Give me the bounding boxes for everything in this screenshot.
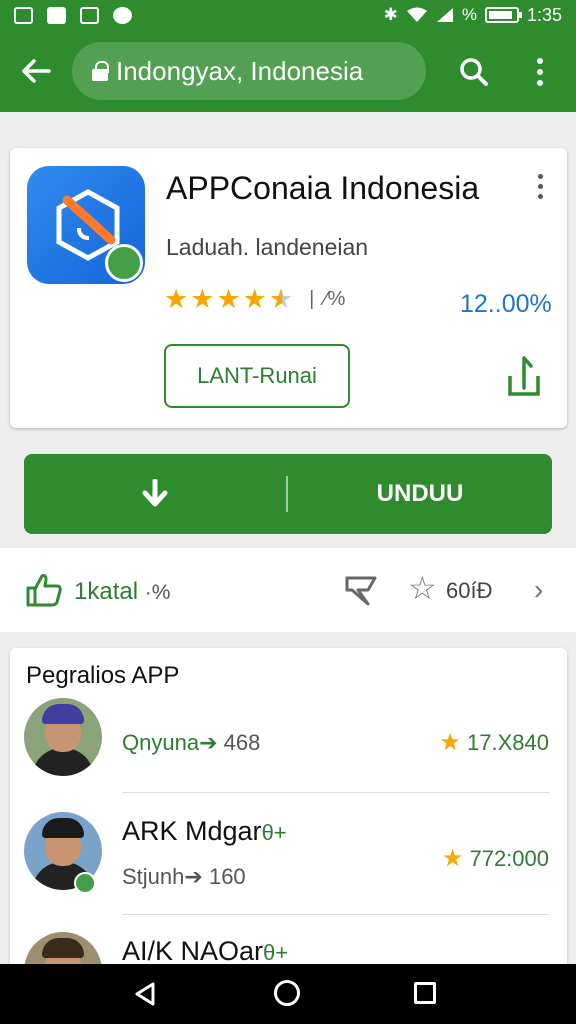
app-title: APPConaia Indonesia [166, 170, 480, 206]
rating-count: ⁄% [324, 288, 346, 310]
verified-badge-icon [74, 872, 96, 894]
avatar [24, 698, 102, 776]
signal-text: % [461, 5, 477, 24]
rating-row: ★ ★ ★ ★ ★ | ⁄% [164, 286, 345, 313]
card-overflow-button[interactable] [528, 174, 552, 208]
thumbs-up-icon[interactable] [24, 572, 64, 613]
wifi-icon [406, 7, 427, 22]
url-bar[interactable]: Indongyax, Indonesia [72, 42, 426, 100]
search-button[interactable] [452, 50, 496, 94]
app-icon[interactable] [27, 166, 145, 284]
install-percent: 12..00% [460, 290, 552, 318]
download-arrow-icon [142, 479, 168, 507]
download-label: UNDUU [376, 480, 464, 507]
app-notification-icon [47, 6, 66, 24]
search-icon [460, 58, 488, 86]
bluetooth-icon: ✱ [383, 5, 398, 24]
chevron-right-icon[interactable]: › [534, 574, 543, 606]
item-name: AI/K NAOarθ+ [122, 936, 289, 966]
star-icon: ★ [190, 284, 215, 314]
item-subtitle: Qnyuna➔ 468 [122, 730, 261, 755]
feedback-icon[interactable] [344, 574, 380, 613]
triangle-back-icon [135, 982, 155, 1006]
popular-apps-card: Pegralios APP Qnyuna➔ 468 ★ 17.X840 ARK … [10, 648, 567, 978]
item-name: ARK Mdgarθ+ [122, 816, 287, 846]
share-button[interactable] [504, 354, 544, 400]
signal-icon [436, 8, 453, 22]
nav-back-button[interactable] [134, 982, 156, 1011]
star-count: 60íÐ [446, 578, 493, 603]
app-card: APPConaia Indonesia Laduah. landeneian ★… [10, 148, 567, 428]
clock: 1:35 [526, 4, 562, 25]
star-icon: ★ [216, 284, 241, 314]
check-notification-icon [80, 6, 99, 24]
divider [122, 792, 549, 793]
divider [122, 914, 549, 915]
list-heading: Pegralios APP [26, 662, 180, 689]
battery-icon [484, 7, 522, 23]
rating-separator: | [309, 288, 315, 310]
list-item[interactable]: Qnyuna➔ 468 ★ 17.X840 [10, 692, 567, 812]
secondary-button[interactable]: LANT-Runai [164, 344, 350, 408]
list-item[interactable]: ARK Mdgarθ+ Stjunh➔ 160 ★ 772:000 [10, 806, 567, 926]
app-bar: Indongyax, Indonesia [0, 30, 576, 112]
star-icon: ★ [242, 284, 267, 314]
chat-notification-icon [113, 6, 132, 24]
gallery-notification-icon [14, 6, 33, 24]
lock-icon [92, 61, 109, 81]
share-icon [508, 356, 540, 396]
developer-name[interactable]: Laduah. landeneian [166, 234, 368, 261]
item-rating: ★ 772:000 [441, 845, 549, 872]
like-count[interactable]: 1katal ·% [74, 578, 170, 606]
url-text: Indongyax, Indonesia [116, 55, 364, 86]
star-half-icon: ★ [268, 284, 294, 314]
action-row: 1katal ·% ☆ 60íÐ › [0, 548, 576, 632]
item-rating: ★ 17.X840 [439, 729, 549, 756]
back-button[interactable] [0, 30, 72, 112]
item-subtitle: Stjunh➔ 160 [122, 864, 246, 889]
overflow-menu-button[interactable] [522, 50, 558, 94]
arrow-left-icon [22, 59, 51, 83]
download-button[interactable]: UNDUU [24, 454, 552, 534]
star-icon: ★ [441, 845, 464, 872]
more-vert-icon [537, 58, 543, 64]
app-badge-icon [105, 244, 143, 282]
star-icon: ★ [439, 729, 461, 756]
system-nav-bar [0, 964, 576, 1024]
nav-home-button[interactable] [274, 980, 300, 1006]
star-outline-icon[interactable]: ☆ [408, 572, 437, 604]
star-icon: ★ [164, 284, 189, 314]
status-bar: ✱ % 1:35 [0, 0, 576, 30]
nav-recents-button[interactable] [414, 982, 436, 1004]
